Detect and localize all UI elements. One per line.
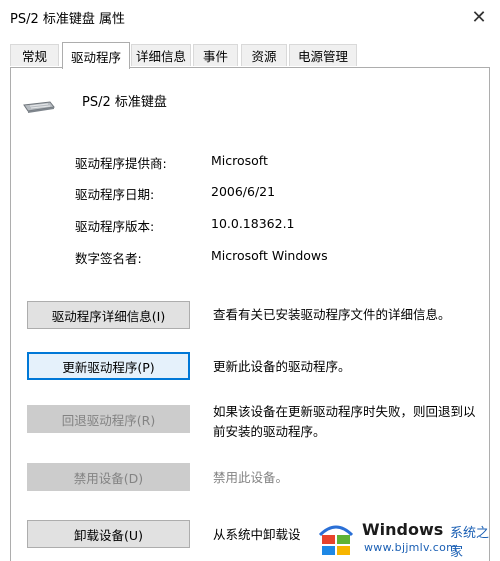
provider-value: Microsoft — [211, 153, 268, 168]
driver-details-button[interactable]: 驱动程序详细信息(I) — [27, 301, 190, 329]
disable-device-desc: 禁用此设备。 — [213, 470, 289, 485]
tab-resources[interactable]: 资源 — [241, 44, 287, 66]
update-driver-desc: 更新此设备的驱动程序。 — [213, 359, 351, 374]
window-title: PS/2 标准键盘 属性 — [10, 12, 126, 27]
driver-details-desc: 查看有关已安装驱动程序文件的详细信息。 — [213, 307, 451, 322]
tab-general[interactable]: 常规 — [10, 44, 59, 66]
date-value: 2006/6/21 — [211, 184, 276, 199]
windows-logo-icon — [318, 525, 354, 555]
date-label: 驱动程序日期: — [75, 187, 155, 202]
tab-driver[interactable]: 驱动程序 — [62, 42, 130, 69]
watermark-cn: 系统之家 — [450, 526, 490, 560]
tab-details[interactable]: 详细信息 — [131, 44, 191, 66]
roll-back-driver-desc: 如果该设备在更新驱动程序时失败，则回退到以前安装的驱动程序。 — [213, 404, 476, 439]
signer-value: Microsoft Windows — [211, 248, 328, 263]
version-value: 10.0.18362.1 — [211, 216, 295, 231]
watermark-brand: Windows — [362, 520, 444, 539]
close-button[interactable]: ✕ — [466, 4, 492, 30]
tab-power-management[interactable]: 电源管理 — [289, 44, 357, 66]
provider-label: 驱动程序提供商: — [75, 156, 167, 171]
roll-back-driver-button[interactable]: 回退驱动程序(R) — [27, 405, 190, 433]
watermark: Windows 系统之家 www.bjjmlv.com — [312, 514, 500, 561]
tab-events[interactable]: 事件 — [193, 44, 238, 66]
watermark-url: www.bjjmlv.com — [364, 541, 458, 554]
keyboard-icon — [23, 101, 55, 113]
uninstall-device-button[interactable]: 卸载设备(U) — [27, 520, 190, 548]
uninstall-device-desc: 从系统中卸载设 — [213, 527, 301, 542]
update-driver-button[interactable]: 更新驱动程序(P) — [27, 352, 190, 380]
disable-device-button[interactable]: 禁用设备(D) — [27, 463, 190, 491]
tab-strip: 常规 驱动程序 详细信息 事件 资源 电源管理 — [10, 42, 490, 69]
device-name: PS/2 标准键盘 — [82, 95, 167, 110]
title-bar: PS/2 标准键盘 属性 ✕ — [0, 0, 500, 34]
signer-label: 数字签名者: — [75, 251, 142, 266]
version-label: 驱动程序版本: — [75, 219, 155, 234]
close-icon: ✕ — [471, 6, 487, 28]
